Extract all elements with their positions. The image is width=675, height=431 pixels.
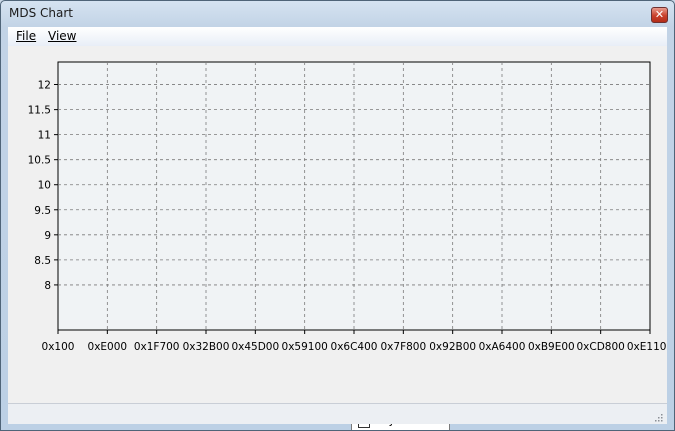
resize-grip-icon[interactable]	[653, 412, 663, 422]
y-tick-label: 10	[38, 180, 51, 192]
x-tick-label: 0xB9E00	[528, 341, 575, 353]
x-tick-label: 0x59100	[282, 341, 328, 353]
x-tick-label: 0x1F700	[134, 341, 180, 353]
y-tick-label: 11.5	[28, 105, 51, 117]
y-tick-label: 11	[38, 130, 51, 142]
x-axis-ticks: 0x100 0xE000 0x1F700 0x32B00 0x45D00 0x59100 0…	[42, 330, 673, 353]
x-tick-label: 0x100	[42, 341, 75, 353]
menu-view[interactable]: View	[48, 29, 76, 43]
y-tick-label: 9	[44, 230, 51, 242]
mds-chart-window: MDS Chart ✕ File View 8 8.5 9 9.5 10 10.5 11 11…	[0, 0, 675, 431]
x-tick-label: 0xA6400	[479, 341, 526, 353]
y-tick-label: 8.5	[34, 255, 51, 267]
menu-view-label: View	[48, 29, 77, 43]
window-title: MDS Chart	[9, 6, 74, 20]
x-tick-label: 0x32B00	[183, 341, 230, 353]
chart-area: 8 8.5 9 9.5 10 10.5 11 11.5 12 0x100 0xE000 0x1F70…	[8, 46, 673, 430]
line-chart: 8 8.5 9 9.5 10 10.5 11 11.5 12 0x100 0xE000 0x1F70…	[8, 46, 673, 353]
title-bar[interactable]: MDS Chart ✕	[1, 1, 674, 27]
y-tick-label: 10.5	[28, 155, 51, 167]
x-tick-label: 0x7F800	[381, 341, 427, 353]
y-tick-label: 12	[38, 80, 51, 92]
x-tick-label: 0x45D00	[231, 341, 279, 353]
x-tick-label: 0xE000	[88, 341, 128, 353]
close-button[interactable]: ✕	[651, 7, 668, 23]
y-tick-label: 8	[44, 280, 51, 292]
x-tick-label: 0xE1100	[627, 341, 667, 353]
x-tick-label: 0xCD800	[576, 341, 624, 353]
x-tick-label: 0x92B00	[429, 341, 476, 353]
y-axis-ticks: 8 8.5 9 9.5 10 10.5 11 11.5 12	[28, 80, 58, 292]
y-tick-label: 9.5	[34, 205, 51, 217]
status-bar	[8, 403, 667, 424]
menu-file[interactable]: File	[16, 29, 36, 43]
x-tick-label: 0x6C400	[331, 341, 378, 353]
menu-bar: File View	[8, 27, 667, 47]
menu-file-label: File	[16, 29, 37, 43]
